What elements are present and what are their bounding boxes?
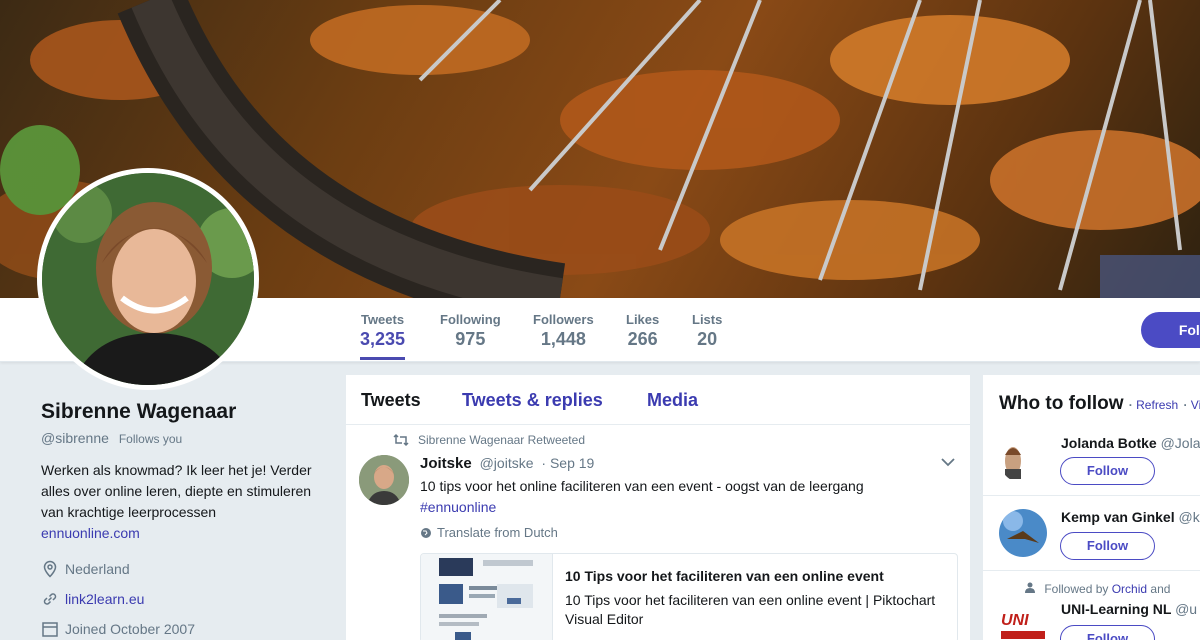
suggestion-name-text: Kemp van Ginkel xyxy=(1061,509,1175,525)
suggestion-name[interactable]: UNI-Learning NL @u xyxy=(1061,601,1197,617)
retweet-context: Sibrenne Wagenaar Retweeted xyxy=(392,433,585,447)
chevron-down-icon[interactable] xyxy=(941,457,955,467)
link-card[interactable]: 10 Tips voor het faciliteren van een onl… xyxy=(420,553,958,640)
card-title: 10 Tips voor het faciliteren van een onl… xyxy=(565,568,884,584)
joined-text: Joined October 2007 xyxy=(65,621,195,637)
suggestion-avatar[interactable]: UNI xyxy=(999,601,1047,640)
suggestion-name-text: Jolanda Botke xyxy=(1061,435,1157,451)
translate-link[interactable]: Translate from Dutch xyxy=(420,525,558,540)
stat-label: Likes xyxy=(626,312,660,327)
profile-name[interactable]: Sibrenne Wagenaar xyxy=(41,400,331,424)
globe-icon xyxy=(421,527,431,538)
stat-following[interactable]: Following 975 xyxy=(440,312,501,350)
stat-lists[interactable]: Lists 20 xyxy=(692,312,722,350)
suggestion-name-text: UNI-Learning NL xyxy=(1061,601,1172,617)
suggestion-handle: @k xyxy=(1178,509,1200,525)
profile-website: link2learn.eu xyxy=(41,590,331,608)
card-thumbnail xyxy=(421,554,553,640)
stat-value: 975 xyxy=(455,329,486,349)
follow-button[interactable]: Follow xyxy=(1060,457,1155,485)
profile-bio: Werken als knowmad? Ik leer het je! Verd… xyxy=(41,460,331,544)
retweeted-by-text[interactable]: Sibrenne Wagenaar Retweeted xyxy=(418,433,585,447)
follows-you-badge: Follows you xyxy=(118,432,183,446)
suggestion-handle: @Jola xyxy=(1160,435,1200,451)
tweet-header: Joitske @joitske · Sep 19 xyxy=(420,455,594,472)
translate-text: Translate from Dutch xyxy=(437,525,558,540)
tweet-author-name[interactable]: Joitske xyxy=(420,455,472,472)
view-all-link[interactable]: Vi xyxy=(1191,398,1200,412)
stat-likes[interactable]: Likes 266 xyxy=(626,312,659,350)
profile-location: Nederland xyxy=(41,560,331,578)
suggestion-avatar[interactable] xyxy=(999,435,1047,483)
follow-button[interactable]: Follow xyxy=(1060,532,1155,560)
tab-media[interactable]: Media xyxy=(647,390,698,411)
stat-followers[interactable]: Followers 1,448 xyxy=(533,312,594,350)
link-icon xyxy=(43,593,57,605)
tweet-text: 10 tips voor het online faciliteren van … xyxy=(420,476,950,518)
profile-handle[interactable]: @sibrenne xyxy=(41,430,109,446)
person-icon xyxy=(1025,582,1035,593)
followed-by-prefix: Followed by xyxy=(1044,582,1109,596)
retweet-icon xyxy=(393,433,409,447)
tweet-author-avatar[interactable] xyxy=(359,455,409,505)
stat-value: 1,448 xyxy=(540,329,586,349)
svg-text:UNI: UNI xyxy=(1001,612,1029,629)
stat-label: Lists xyxy=(692,312,723,327)
followed-by-link[interactable]: Orchid xyxy=(1112,582,1147,596)
follow-button[interactable]: Follow xyxy=(1141,312,1200,348)
stat-label: Followers xyxy=(533,312,594,327)
suggestion-avatar[interactable] xyxy=(999,509,1047,557)
tweet-body: 10 tips voor het online faciliteren van … xyxy=(420,478,864,494)
stat-tweets[interactable]: Tweets 3,235 xyxy=(360,312,406,360)
tweet-author-handle[interactable]: @joitske xyxy=(480,455,534,471)
location-icon xyxy=(43,560,57,578)
timeline: Tweets Tweets & replies Media Sibrenne W… xyxy=(346,375,970,640)
refresh-link[interactable]: Refresh xyxy=(1136,398,1178,412)
followed-by-suffix: and xyxy=(1150,582,1171,596)
stat-label: Following xyxy=(440,312,501,327)
tab-tweets-replies[interactable]: Tweets & replies xyxy=(462,390,603,411)
stat-label: Tweets xyxy=(360,312,405,327)
divider xyxy=(983,570,1200,571)
suggestion-name[interactable]: Jolanda Botke @Jola xyxy=(1061,435,1200,451)
wtf-heading: Who to follow xyxy=(999,393,1124,414)
tab-tweets[interactable]: Tweets xyxy=(361,390,421,411)
divider xyxy=(983,495,1200,496)
timeline-tabs: Tweets Tweets & replies Media xyxy=(346,375,970,425)
follow-button[interactable]: Follow xyxy=(1060,625,1155,640)
profile-joined: Joined October 2007 xyxy=(41,620,331,638)
who-to-follow-title: Who to follow · Refresh · Vi xyxy=(999,393,1200,414)
location-text: Nederland xyxy=(65,561,130,577)
followed-by-context: Followed by Orchid and xyxy=(1025,582,1170,596)
card-description: 10 Tips voor het faciliteren van een onl… xyxy=(565,592,936,627)
profile-card: Sibrenne Wagenaar @sibrenne Follows you … xyxy=(41,400,331,638)
suggestion-name[interactable]: Kemp van Ginkel @k xyxy=(1061,509,1200,525)
tweet-date[interactable]: · Sep 19 xyxy=(541,455,594,471)
website-link[interactable]: link2learn.eu xyxy=(65,591,144,607)
avatar[interactable] xyxy=(37,168,259,390)
stat-value: 20 xyxy=(697,329,718,349)
bio-link[interactable]: ennuonline.com xyxy=(41,525,140,541)
stat-value: 3,235 xyxy=(360,329,406,349)
stat-value: 266 xyxy=(627,329,658,349)
who-to-follow-panel: Who to follow · Refresh · Vi Jolanda Bot… xyxy=(983,375,1200,640)
bio-text: Werken als knowmad? Ik leer het je! Verd… xyxy=(41,462,312,520)
tweet-hashtag[interactable]: #ennuonline xyxy=(420,499,496,515)
calendar-icon xyxy=(42,622,58,637)
suggestion-handle: @u xyxy=(1175,601,1198,617)
